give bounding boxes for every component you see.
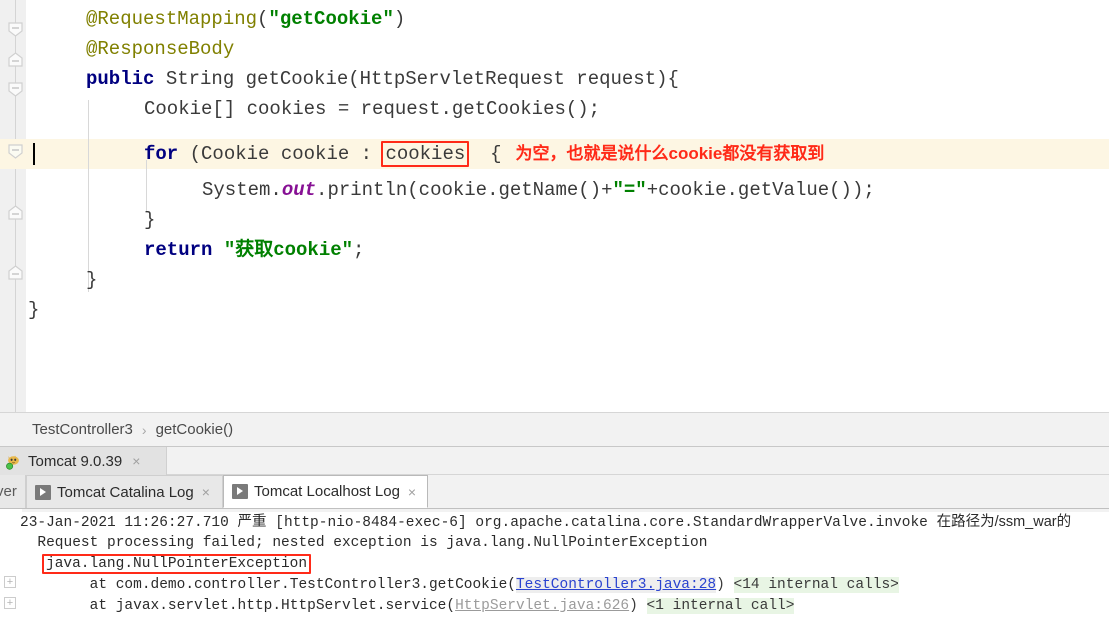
code-line-cookies-decl: Cookie[] cookies = request.getCookies();	[144, 94, 600, 124]
log-message-cn: 在路径为/ssm_war的	[936, 514, 1072, 530]
console-output[interactable]: + + 23-Jan-2021 11:26:27.710 严重 [http-ni…	[0, 509, 1109, 621]
plain-token: +cookie.getValue());	[646, 179, 875, 201]
plain-token: ;	[353, 239, 365, 261]
run-play-icon	[232, 484, 248, 499]
console-line-request-failed: Request processing failed; nested except…	[20, 535, 708, 551]
chevron-right-icon: ›	[141, 421, 147, 438]
close-icon[interactable]: ×	[132, 454, 140, 468]
internal-calls-badge[interactable]: <14 internal calls>	[733, 577, 899, 593]
code-editor[interactable]: @RequestMapping("getCookie") @ResponseBo…	[0, 0, 1109, 412]
log-tab-localhost[interactable]: Tomcat Localhost Log ×	[223, 475, 428, 508]
plain-token: String getCookie(HttpServletRequest requ…	[154, 68, 679, 90]
punct-token: (	[257, 8, 269, 30]
plain-token: }	[144, 209, 156, 231]
plain-token: (Cookie cookie :	[178, 143, 384, 165]
run-tool-window[interactable]: Tomcat 9.0.39 × ver Tomcat Catalina Log …	[0, 446, 1109, 621]
run-play-icon	[35, 484, 51, 500]
log-tab-server[interactable]: ver	[0, 475, 26, 508]
close-icon[interactable]: ×	[408, 485, 416, 499]
annotation-token: @RequestMapping	[86, 8, 258, 30]
log-tab-label: Tomcat Localhost Log	[254, 483, 400, 500]
code-line-responsebody: @ResponseBody	[86, 34, 234, 64]
keyword-token: public	[86, 68, 155, 90]
stack-prefix: at javax.servlet.http.HttpServlet.servic…	[20, 598, 456, 614]
tomcat-icon	[6, 453, 23, 470]
close-icon[interactable]: ×	[202, 485, 210, 499]
punct-token: )	[393, 8, 406, 30]
code-text[interactable]: @RequestMapping("getCookie") @ResponseBo…	[0, 0, 1109, 412]
code-line-println: System.out.println(cookie.getName()+"="+…	[202, 175, 875, 205]
npe-highlight-box: java.lang.NullPointerException	[42, 554, 312, 574]
stack-prefix: at com.demo.controller.TestController3.g…	[20, 577, 516, 593]
string-token: "="	[612, 179, 647, 201]
plain-token: Cookie[] cookies = request.getCookies();	[144, 98, 601, 120]
plain-token: System.	[202, 179, 282, 201]
stack-suffix: )	[716, 577, 725, 593]
code-line-method-signature: public String getCookie(HttpServletReque…	[86, 64, 679, 94]
code-line-close-brace-class: }	[28, 295, 39, 325]
keyword-token: for	[144, 143, 179, 165]
plain-token: }	[86, 269, 98, 291]
string-token: "getCookie"	[268, 8, 394, 30]
source-link-testcontroller3[interactable]: TestController3.java:28	[515, 577, 717, 593]
plain-token: .println(cookie.getName()+	[316, 179, 613, 201]
static-field-token: out	[281, 179, 317, 201]
console-line-stack-2: at javax.servlet.http.HttpServlet.servic…	[20, 596, 795, 617]
log-logger: org.apache.catalina.core.StandardWrapper…	[475, 515, 928, 531]
string-token: "获取cookie"	[223, 239, 354, 261]
cookies-variable-highlight-box: cookies	[381, 141, 470, 167]
log-tab-label: ver	[0, 483, 17, 500]
code-line-close-brace-method: }	[86, 265, 97, 295]
plain-token: }	[28, 299, 40, 321]
breadcrumb-item-method[interactable]: getCookie()	[156, 421, 234, 438]
log-level: 严重	[237, 514, 267, 530]
annotation-token: @ResponseBody	[86, 38, 235, 60]
console-line-npe: java.lang.NullPointerException	[42, 554, 312, 575]
breadcrumb[interactable]: TestController3 › getCookie()	[0, 412, 1109, 446]
console-line-severe: 23-Jan-2021 11:26:27.710 严重 [http-nio-84…	[20, 512, 1071, 533]
log-timestamp: 23-Jan-2021 11:26:27.710	[20, 515, 229, 531]
plain-token: {	[467, 143, 502, 165]
code-line-return: return "获取cookie";	[144, 235, 364, 265]
console-log-text[interactable]: 23-Jan-2021 11:26:27.710 严重 [http-nio-84…	[0, 509, 1071, 621]
log-tab-catalina[interactable]: Tomcat Catalina Log ×	[26, 475, 223, 508]
breadcrumb-item-class[interactable]: TestController3	[32, 421, 133, 438]
stack-suffix: )	[629, 598, 638, 614]
run-tab-tomcat[interactable]: Tomcat 9.0.39 ×	[0, 447, 167, 475]
code-line-close-brace-for: }	[144, 205, 155, 235]
run-tab-label: Tomcat 9.0.39	[28, 452, 123, 470]
log-thread: [http-nio-8484-exec-6]	[275, 515, 467, 531]
log-tabbar[interactable]: ver Tomcat Catalina Log × Tomcat Localho…	[0, 475, 1109, 509]
internal-calls-badge[interactable]: <1 internal call>	[646, 598, 795, 614]
log-tab-label: Tomcat Catalina Log	[57, 483, 194, 501]
console-line-stack-1: at com.demo.controller.TestController3.g…	[20, 575, 899, 596]
run-configuration-tabbar[interactable]: Tomcat 9.0.39 ×	[0, 447, 1109, 475]
red-annotation-note: 为空，也就是说什么cookie都没有获取到	[515, 144, 825, 163]
code-line-for-loop: for (Cookie cookie : cookies { 为空，也就是说什么c…	[144, 139, 824, 169]
code-line-requestmapping: @RequestMapping("getCookie")	[86, 4, 405, 34]
source-link-httpservlet[interactable]: HttpServlet.java:626	[455, 598, 629, 614]
keyword-token: return	[144, 239, 213, 261]
